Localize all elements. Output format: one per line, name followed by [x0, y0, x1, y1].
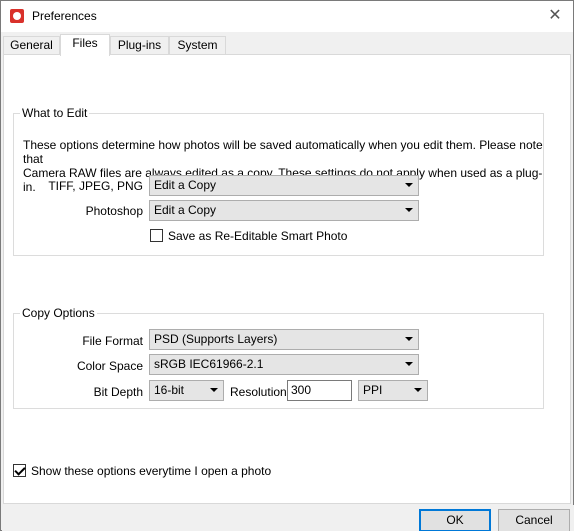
what-to-edit-title: What to Edit	[20, 106, 90, 120]
smart-photo-label[interactable]: Save as Re-Editable Smart Photo	[168, 229, 347, 243]
photoshop-select[interactable]: Edit a Copy	[149, 200, 419, 221]
app-icon	[10, 9, 24, 23]
tab-files[interactable]: Files	[60, 34, 110, 56]
tab-general[interactable]: General	[3, 36, 60, 55]
file-format-select[interactable]: PSD (Supports Layers)	[149, 329, 419, 350]
chevron-down-icon	[414, 388, 422, 392]
title-bar: Preferences ✕	[1, 1, 573, 32]
files-tab-panel: What to Edit These options determine how…	[3, 54, 571, 504]
show-options-checkbox[interactable]	[13, 464, 26, 477]
color-space-select[interactable]: sRGB IEC61966-2.1	[149, 354, 419, 375]
bit-depth-value: 16-bit	[154, 383, 185, 397]
what-to-edit-group: What to Edit These options determine how…	[13, 106, 544, 256]
bit-depth-label: Bit Depth	[93, 385, 143, 399]
chevron-down-icon	[210, 388, 218, 392]
tiff-jpeg-png-select[interactable]: Edit a Copy	[149, 175, 419, 196]
copy-options-title: Copy Options	[20, 306, 97, 320]
smart-photo-checkbox[interactable]	[150, 229, 163, 242]
tiff-jpeg-png-value: Edit a Copy	[154, 178, 217, 192]
cancel-button[interactable]: Cancel	[498, 509, 570, 531]
ok-button[interactable]: OK	[419, 509, 491, 531]
resolution-label: Resolution	[230, 385, 287, 399]
dialog-footer: OK Cancel	[2, 505, 574, 531]
file-format-value: PSD (Supports Layers)	[154, 332, 278, 346]
color-space-value: sRGB IEC61966-2.1	[154, 357, 264, 371]
tab-system[interactable]: System	[169, 36, 226, 55]
tiff-jpeg-png-label: TIFF, JPEG, PNG	[48, 179, 143, 193]
resolution-unit-select[interactable]: PPI	[358, 380, 428, 401]
close-icon[interactable]: ✕	[545, 6, 565, 26]
tab-plug-ins[interactable]: Plug-ins	[110, 36, 169, 55]
chevron-down-icon	[405, 362, 413, 366]
chevron-down-icon	[405, 183, 413, 187]
bit-depth-select[interactable]: 16-bit	[149, 380, 224, 401]
file-format-label: File Format	[82, 334, 143, 348]
photoshop-value: Edit a Copy	[154, 203, 217, 217]
photoshop-label: Photoshop	[85, 204, 143, 218]
window-title: Preferences	[32, 9, 97, 23]
resolution-unit-value: PPI	[363, 383, 383, 397]
chevron-down-icon	[405, 208, 413, 212]
color-space-label: Color Space	[76, 359, 143, 373]
preferences-window: Preferences ✕ General Files Plug-ins Sys…	[0, 0, 574, 531]
chevron-down-icon	[405, 337, 413, 341]
description-line-1: These options determine how photos will …	[23, 138, 543, 166]
show-options-label[interactable]: Show these options everytime I open a ph…	[31, 464, 271, 478]
resolution-input[interactable]: 300	[287, 380, 352, 401]
copy-options-group: Copy Options File Format PSD (Supports L…	[13, 306, 544, 409]
